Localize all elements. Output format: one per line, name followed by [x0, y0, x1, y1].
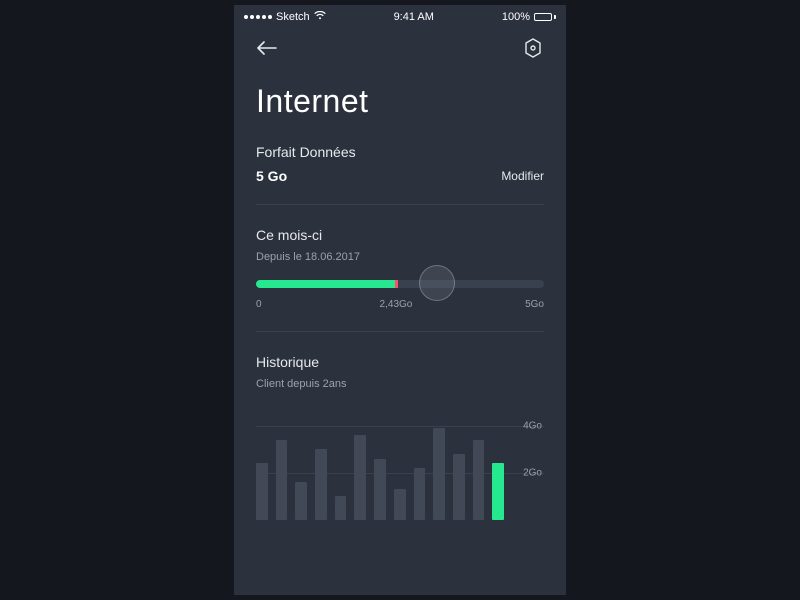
- status-bar: Sketch 9:41 AM 100%: [234, 5, 566, 27]
- usage-since: Depuis le 18.06.2017: [256, 251, 544, 263]
- history-section: Historique Client depuis 2ans: [234, 354, 566, 390]
- forfait-heading: Forfait Données: [256, 144, 544, 160]
- progress-current-label: 2,43Go: [380, 299, 413, 310]
- tick-label-high: 4Go: [523, 420, 542, 431]
- forfait-value: 5 Go: [256, 168, 287, 184]
- history-bar: [374, 459, 386, 520]
- usage-heading: Ce mois-ci: [256, 227, 544, 243]
- back-button[interactable]: [256, 41, 278, 55]
- history-bar: [473, 440, 485, 520]
- progress-cap: [395, 280, 398, 288]
- forfait-section: Forfait Données 5 Go Modifier: [234, 144, 566, 184]
- divider: [256, 204, 544, 205]
- signal-dots-icon: [244, 15, 272, 19]
- history-bar: [335, 496, 347, 520]
- history-bar-current: [492, 463, 504, 520]
- phone-frame: Sketch 9:41 AM 100% Internet: [234, 5, 566, 595]
- progress-max-label: 5Go: [525, 299, 544, 310]
- usage-section: Ce mois-ci Depuis le 18.06.2017 0 2,43Go…: [234, 227, 566, 313]
- hexagon-settings-icon: [522, 37, 544, 59]
- history-bar: [453, 454, 465, 520]
- history-bar: [433, 428, 445, 520]
- history-bar: [414, 468, 426, 520]
- wifi-icon: [314, 11, 326, 23]
- battery-pct-label: 100%: [502, 11, 530, 23]
- nav-bar: [234, 27, 566, 65]
- battery-icon: [534, 13, 556, 21]
- history-bar: [295, 482, 307, 520]
- status-left: Sketch: [244, 11, 326, 23]
- history-bar: [276, 440, 288, 520]
- settings-button[interactable]: [522, 37, 544, 59]
- history-bar: [256, 463, 268, 520]
- history-bar: [394, 489, 406, 520]
- usage-slider-knob[interactable]: [419, 265, 455, 301]
- history-since: Client depuis 2ans: [256, 378, 544, 390]
- status-right: 100%: [502, 11, 556, 23]
- divider: [256, 331, 544, 332]
- progress-fill: [256, 280, 396, 288]
- usage-progress: [256, 277, 544, 291]
- progress-min-label: 0: [256, 299, 262, 310]
- clock-label: 9:41 AM: [394, 11, 434, 23]
- tick-label-low: 2Go: [523, 467, 542, 478]
- history-bar: [315, 449, 327, 520]
- history-heading: Historique: [256, 354, 544, 370]
- history-chart: 4Go 2Go: [234, 402, 566, 520]
- modify-button[interactable]: Modifier: [501, 169, 544, 183]
- history-bar: [354, 435, 366, 520]
- arrow-left-icon: [256, 41, 278, 55]
- page-title: Internet: [234, 65, 566, 144]
- carrier-label: Sketch: [276, 11, 310, 23]
